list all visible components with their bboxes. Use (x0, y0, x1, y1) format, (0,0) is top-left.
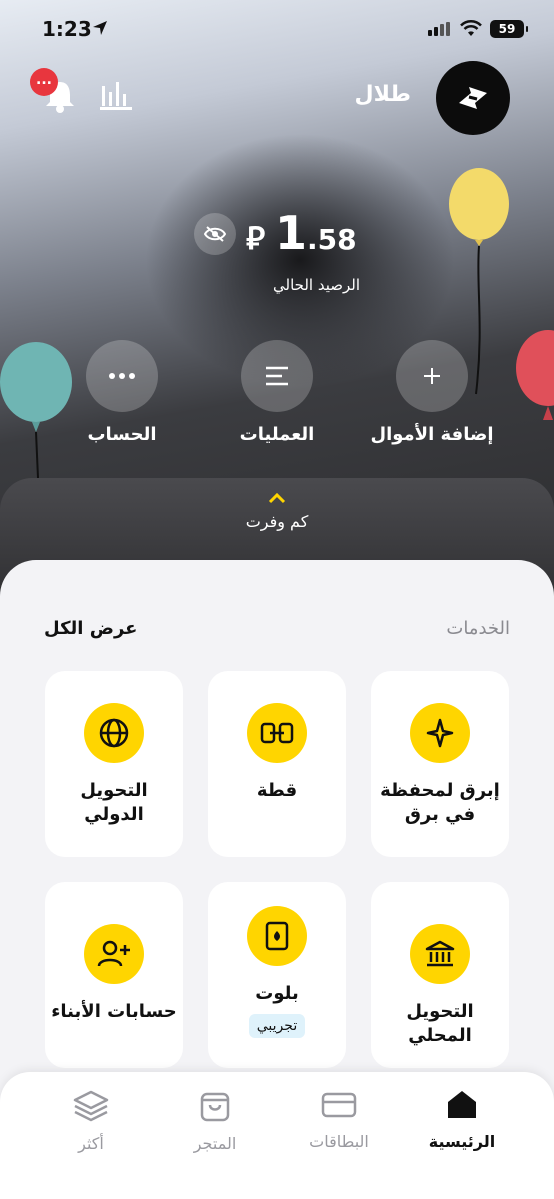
signal-icon (428, 22, 450, 36)
cards-icon (265, 921, 289, 951)
account-button[interactable]: الحساب (47, 340, 197, 445)
tab-store[interactable]: المتجر (155, 1090, 275, 1153)
location-arrow-icon (93, 21, 107, 35)
tab-cards[interactable]: البطاقات (279, 1090, 399, 1151)
brand-logo-icon (459, 87, 487, 109)
service-label: التحويل الدولي (80, 780, 148, 825)
user-name: طلال (354, 82, 411, 107)
service-card-international-transfer[interactable]: التحويل الدولي (45, 671, 183, 857)
currency-symbol: ⃁ (246, 219, 266, 257)
service-label: بلوت (255, 983, 299, 1004)
split-icon (260, 722, 294, 744)
balance-decimal: .58 (307, 223, 357, 256)
service-card-baloot[interactable]: بلوت تجريبي (208, 882, 346, 1068)
add-user-icon (97, 940, 130, 967)
service-label: التحويل المحلي (406, 1001, 474, 1046)
service-card-local-transfer[interactable]: التحويل المحلي (371, 882, 509, 1068)
eye-slash-icon (204, 226, 226, 242)
balance-label: الرصيد الحالي (273, 276, 360, 294)
service-card-barq-wallet[interactable]: إبرق لمحفظة في برق (371, 671, 509, 857)
transactions-button[interactable]: العمليات (202, 340, 352, 445)
notification-badge: ... (30, 68, 58, 96)
home-icon (448, 1091, 476, 1118)
tab-home[interactable]: الرئيسية (402, 1090, 522, 1151)
service-label: إبرق لمحفظة في برق (380, 780, 500, 825)
service-label: حسابات الأبناء (51, 1001, 177, 1022)
add-funds-button[interactable]: إضافة الأموال (357, 340, 507, 445)
wifi-icon (460, 20, 482, 36)
trial-badge: تجريبي (248, 1014, 306, 1038)
savings-label: كم وفرت (245, 512, 309, 531)
more-icon (109, 373, 135, 379)
red-balloon (516, 330, 554, 420)
account-label: الحساب (87, 424, 157, 445)
status-time: 1:23 (42, 17, 92, 41)
spark-icon (426, 718, 454, 748)
globe-icon (99, 718, 129, 748)
card-icon (321, 1092, 357, 1118)
balance-integer: 1 (275, 206, 308, 260)
avatar[interactable] (436, 61, 510, 135)
tab-store-label: المتجر (193, 1134, 237, 1153)
status-bar: 1:23 59 (0, 0, 554, 60)
service-label: قطة (256, 780, 298, 801)
service-card-kids-accounts[interactable]: حسابات الأبناء (45, 882, 183, 1068)
services-title: الخدمات (446, 618, 510, 639)
service-card-split[interactable]: قطة (208, 671, 346, 857)
layers-icon (73, 1090, 109, 1122)
bag-icon (200, 1092, 230, 1122)
tab-home-label: الرئيسية (428, 1132, 496, 1151)
chevron-up-icon (268, 492, 286, 504)
plus-icon (424, 368, 440, 384)
battery-indicator: 59 (490, 20, 528, 38)
view-all-link[interactable]: عرض الكل (44, 618, 137, 639)
balance-amount: ⃁ 1 .58 (246, 206, 357, 260)
hide-balance-button[interactable] (194, 213, 236, 255)
add-funds-label: إضافة الأموال (370, 424, 494, 445)
stats-icon[interactable] (100, 80, 132, 110)
tab-cards-label: البطاقات (309, 1132, 369, 1151)
tab-more[interactable]: أكثر (31, 1090, 151, 1153)
transactions-label: العمليات (239, 424, 315, 445)
list-icon (266, 366, 288, 386)
bank-icon (425, 940, 455, 967)
tab-more-label: أكثر (78, 1134, 104, 1153)
